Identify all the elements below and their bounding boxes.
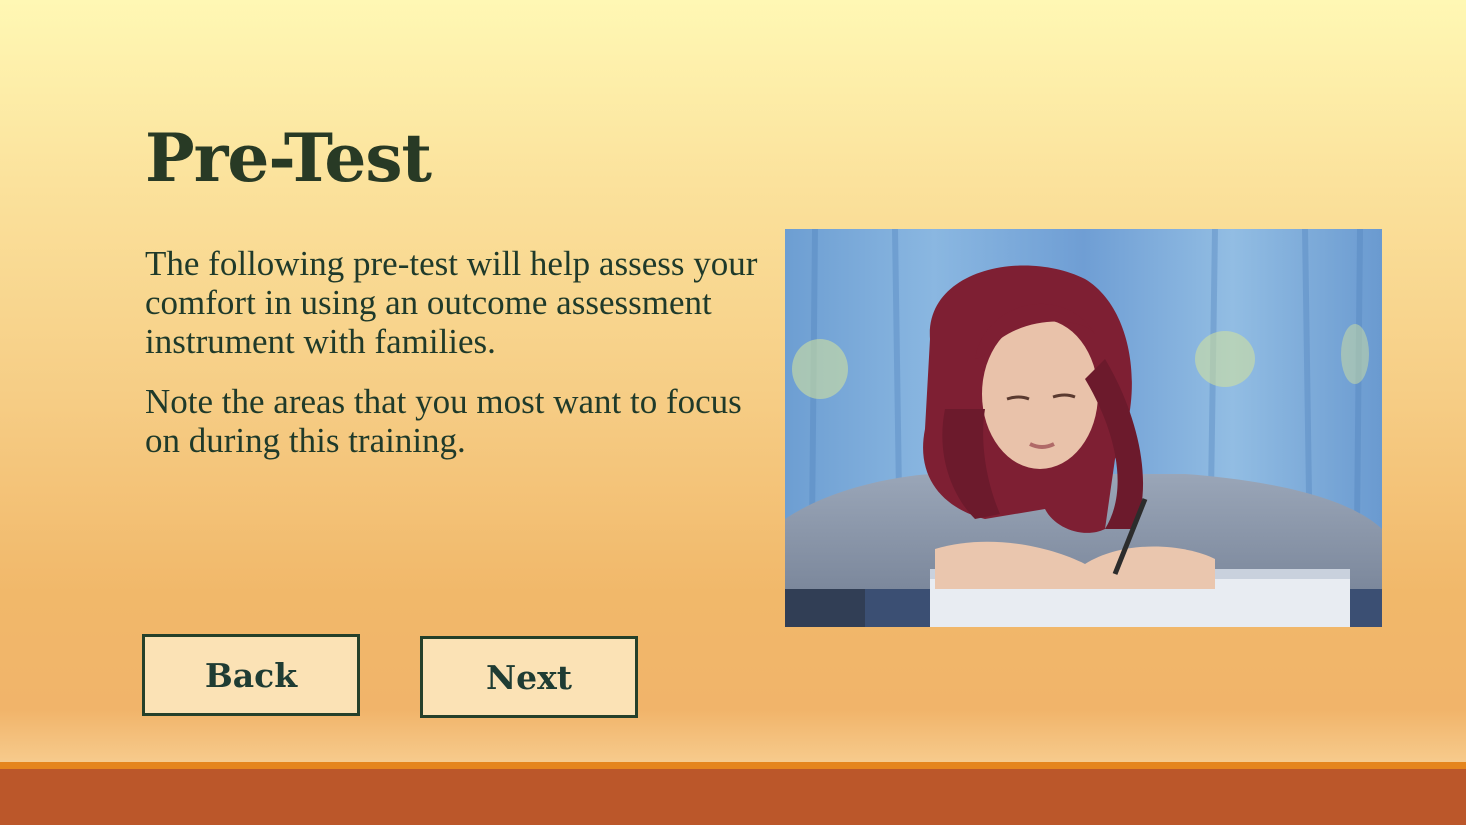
back-button-label: Back — [204, 655, 298, 695]
slide-body: The following pre-test will help assess … — [145, 244, 765, 481]
focus-paragraph: Note the areas that you most want to foc… — [145, 382, 742, 460]
footer-bar — [0, 769, 1466, 825]
next-button[interactable]: Next — [420, 636, 638, 718]
intro-paragraph: The following pre-test will help assess … — [145, 244, 758, 361]
back-button[interactable]: Back — [142, 634, 360, 716]
student-writing-photo — [785, 229, 1382, 627]
next-button-label: Next — [485, 657, 573, 697]
footer-stripe — [0, 762, 1466, 769]
slide-title: Pre-Test — [145, 119, 432, 197]
